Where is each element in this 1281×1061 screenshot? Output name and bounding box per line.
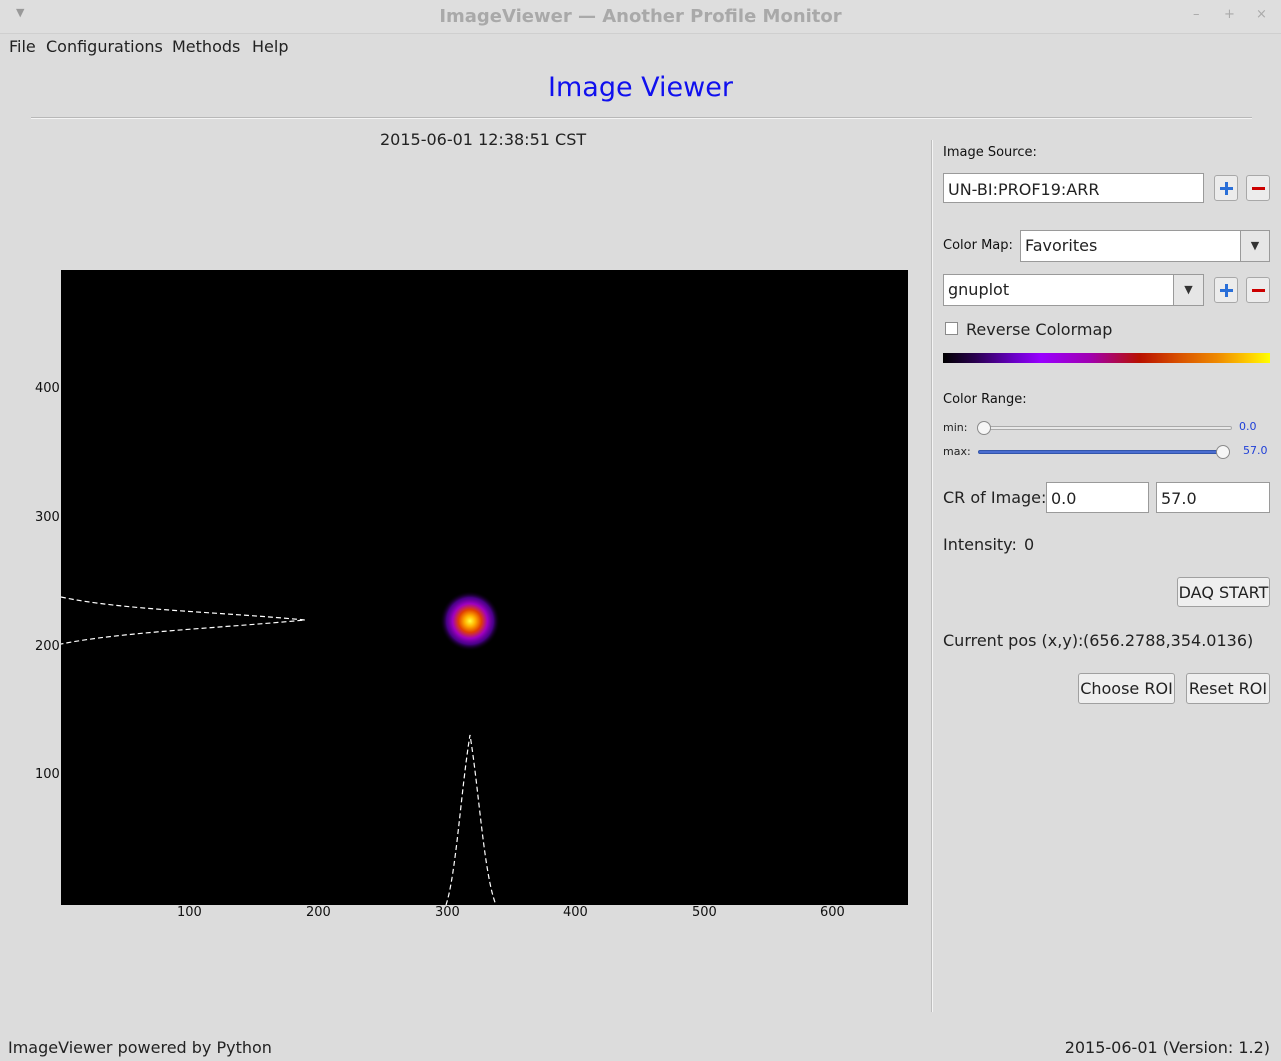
color-map-label: Color Map: [943, 238, 1013, 253]
minimize-icon[interactable]: – [1193, 7, 1200, 22]
plus-icon-stroke [1225, 284, 1228, 297]
min-slider-handle[interactable] [977, 421, 991, 435]
intensity-value: 0 [1024, 535, 1035, 554]
minus-icon [1252, 289, 1265, 292]
cr-label: CR of Image: [943, 488, 1047, 507]
y-tick-label: 100 [35, 767, 60, 782]
image-source-input[interactable]: UN-BI:PROF19:ARR [943, 173, 1204, 203]
window-titlebar: ▼ ImageViewer — Another Profile Monitor … [0, 0, 1281, 34]
add-colormap-button[interactable] [1214, 277, 1238, 303]
image-source-label: Image Source: [943, 145, 1037, 160]
y-tick-label: 300 [35, 510, 60, 525]
x-tick-label: 300 [435, 905, 460, 920]
current-pos-value: (656.2788,354.0136) [1083, 631, 1254, 650]
cr-max-input[interactable]: 57.0 [1156, 482, 1270, 513]
status-left: ImageViewer powered by Python [8, 1038, 272, 1057]
y-tick-label: 400 [35, 381, 60, 396]
horizontal-profile-curve [445, 734, 497, 905]
image-plot[interactable] [61, 270, 908, 905]
color-map-category-select[interactable]: Favorites [1020, 230, 1241, 262]
cr-min-input[interactable]: 0.0 [1046, 482, 1149, 513]
max-value: 57.0 [1243, 444, 1268, 457]
image-timestamp: 2015-06-01 12:38:51 CST [380, 130, 587, 149]
current-pos-label: Current pos (x,y): [943, 631, 1084, 650]
menubar: File Configurations Methods Help [0, 34, 1281, 60]
plus-icon-stroke [1225, 182, 1228, 195]
remove-colormap-button[interactable] [1246, 277, 1270, 303]
choose-roi-button[interactable]: Choose ROI [1078, 673, 1175, 704]
max-label: max: [943, 445, 971, 458]
color-map-select[interactable]: gnuplot [943, 274, 1174, 306]
menu-help[interactable]: Help [252, 37, 288, 56]
x-tick-label: 100 [177, 905, 202, 920]
reverse-colormap-label: Reverse Colormap [966, 320, 1113, 339]
x-tick-label: 200 [306, 905, 331, 920]
min-label: min: [943, 421, 968, 434]
status-right: 2015-06-01 (Version: 1.2) [1064, 1038, 1270, 1057]
page-title: Image Viewer [548, 72, 733, 103]
menu-file[interactable]: File [9, 37, 36, 56]
chevron-down-icon[interactable]: ▼ [1240, 230, 1270, 262]
remove-source-button[interactable] [1246, 175, 1270, 201]
x-tick-label: 500 [692, 905, 717, 920]
intensity-label: Intensity: [943, 535, 1017, 554]
reset-roi-button[interactable]: Reset ROI [1186, 673, 1270, 704]
add-source-button[interactable] [1214, 175, 1238, 201]
menu-configurations[interactable]: Configurations [46, 37, 163, 56]
chevron-down-icon[interactable]: ▼ [1173, 274, 1204, 306]
vertical-divider [931, 140, 933, 1012]
menu-methods[interactable]: Methods [172, 37, 240, 56]
close-icon[interactable]: × [1256, 7, 1267, 22]
x-tick-label: 600 [820, 905, 845, 920]
color-range-label: Color Range: [943, 392, 1027, 407]
max-slider-handle[interactable] [1216, 445, 1230, 459]
vertical-profile-curve [61, 596, 306, 645]
window-title: ImageViewer — Another Profile Monitor [439, 6, 842, 27]
max-slider[interactable] [978, 450, 1228, 454]
image-canvas [61, 591, 500, 905]
maximize-icon[interactable]: + [1224, 7, 1235, 22]
min-slider[interactable] [978, 426, 1232, 430]
colormap-preview-bar [943, 353, 1270, 363]
daq-start-button[interactable]: DAQ START [1177, 577, 1270, 607]
horizontal-divider [31, 117, 1252, 119]
min-value: 0.0 [1239, 420, 1257, 433]
minus-icon [1252, 187, 1265, 190]
x-tick-label: 400 [563, 905, 588, 920]
beam-spot [440, 591, 500, 651]
reverse-colormap-checkbox[interactable] [945, 322, 958, 335]
y-tick-label: 200 [35, 639, 60, 654]
